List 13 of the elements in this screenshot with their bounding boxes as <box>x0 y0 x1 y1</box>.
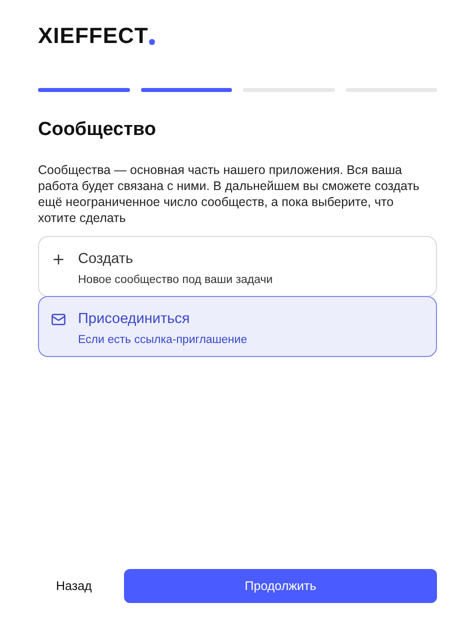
logo-text: XIEFFECT <box>38 26 148 46</box>
option-title: Создать <box>78 250 134 268</box>
back-button[interactable]: Назад <box>38 569 124 603</box>
option-subtitle: Если есть ссылка-приглашение <box>78 333 248 347</box>
description: Сообщества — основная часть нашего приложения. Вся ваша работа будет связана с ними. В дальнейшем вы сможете создать ещё неограниченное число сообществ, а пока выберите, что хотите сделать <box>38 162 420 226</box>
option-title: Присоединиться <box>78 310 191 328</box>
continue-button[interactable]: Продолжить <box>124 569 437 603</box>
option-card[interactable]: Присоединиться Если есть ссылка-приглашение <box>38 296 437 357</box>
plus-icon <box>51 252 66 267</box>
option-subtitle: Новое сообщество под ваши задачи <box>78 273 273 287</box>
mail-icon <box>51 312 66 327</box>
option-card[interactable]: Создать Новое сообщество под ваши задачи <box>38 236 437 297</box>
heading: Сообщество <box>38 118 157 142</box>
